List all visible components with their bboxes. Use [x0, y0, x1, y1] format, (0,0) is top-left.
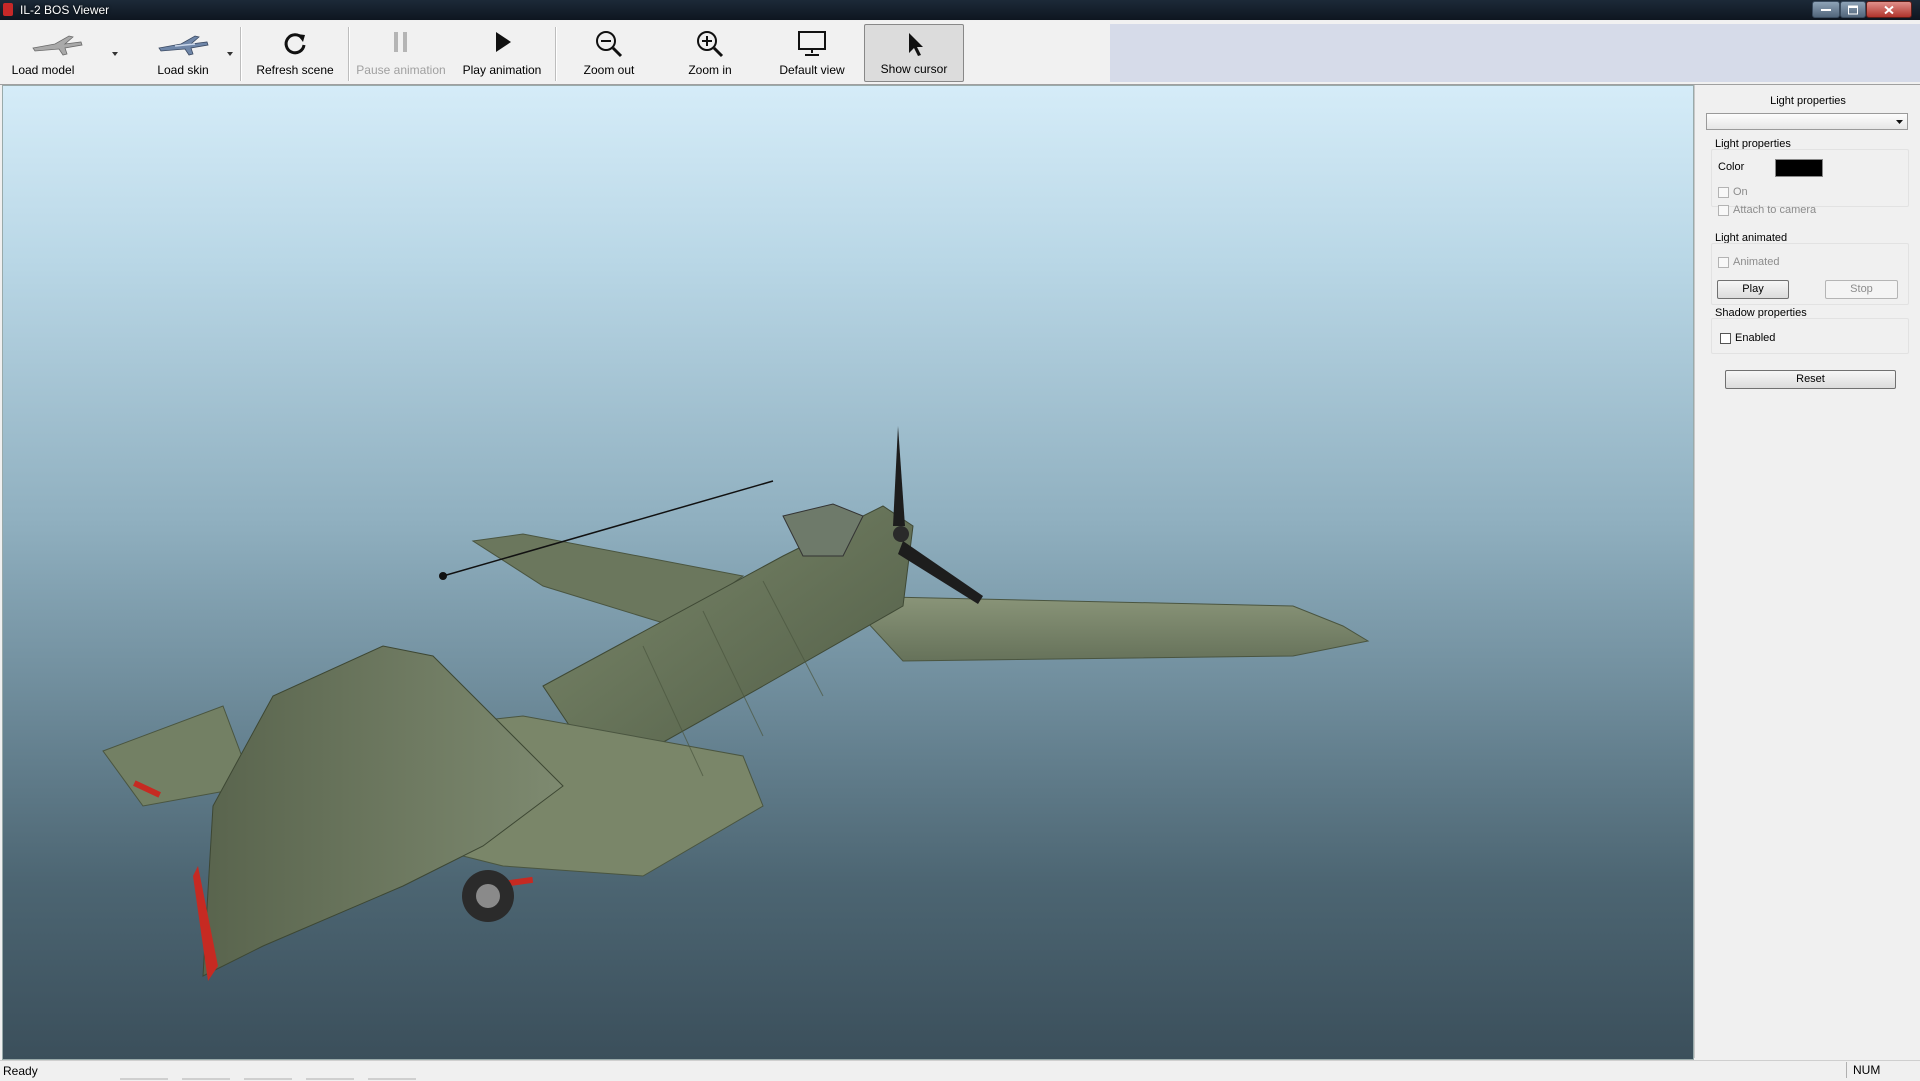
play-button[interactable]: Play — [1717, 280, 1789, 299]
monitor-icon — [798, 31, 826, 56]
cursor-icon — [909, 33, 923, 56]
stop-button[interactable]: Stop — [1825, 280, 1898, 299]
zoom-out-button[interactable]: Zoom out — [562, 24, 656, 82]
light-properties-panel: Light properties Light properties Color … — [1694, 85, 1920, 1058]
load-model-button[interactable]: Load model — [4, 24, 110, 82]
refresh-icon — [284, 33, 306, 55]
attach-to-camera-label: Attach to camera — [1733, 204, 1817, 216]
toolbar-empty-area — [1110, 24, 1920, 82]
toolbar-separator — [240, 27, 242, 81]
show-cursor-button[interactable]: Show cursor — [864, 24, 964, 82]
load-skin-label: Load skin — [157, 63, 209, 77]
default-view-label: Default view — [779, 63, 845, 77]
zoom-out-label: Zoom out — [583, 63, 635, 77]
maximize-icon — [1848, 5, 1858, 14]
chevron-down-icon — [1896, 120, 1903, 124]
zoom-out-icon — [596, 31, 623, 58]
status-bar: Ready NUM — [0, 1060, 1920, 1081]
pause-animation-button[interactable]: Pause animation — [352, 24, 450, 82]
window-title: IL-2 BOS Viewer — [20, 3, 110, 17]
pause-icon — [394, 32, 407, 52]
zoom-in-label: Zoom in — [688, 63, 732, 77]
num-lock-indicator: NUM — [1846, 1062, 1916, 1078]
pause-animation-label: Pause animation — [356, 63, 446, 77]
shadow-enabled-checkbox[interactable] — [1720, 333, 1731, 344]
aircraft-model — [102, 426, 1370, 981]
color-label: Color — [1718, 161, 1745, 173]
animated-checkbox[interactable] — [1718, 257, 1729, 268]
status-text: Ready — [3, 1064, 38, 1078]
refresh-scene-button[interactable]: Refresh scene — [244, 24, 346, 82]
plane-model-icon — [32, 35, 83, 56]
shadow-enabled-label: Enabled — [1735, 332, 1776, 344]
close-button[interactable] — [1866, 1, 1912, 18]
minimize-icon — [1821, 8, 1831, 11]
app-icon — [3, 3, 13, 16]
minimize-button[interactable] — [1812, 1, 1840, 18]
light-select-dropdown[interactable] — [1706, 113, 1908, 130]
zoom-in-icon — [697, 31, 724, 58]
animated-label: Animated — [1733, 256, 1780, 268]
toolbar-separator — [348, 27, 350, 81]
show-cursor-label: Show cursor — [880, 62, 948, 76]
panel-header: Light properties — [1770, 95, 1846, 107]
zoom-in-button[interactable]: Zoom in — [664, 24, 756, 82]
load-model-label: Load model — [11, 63, 75, 77]
title-bar: IL-2 BOS Viewer — [0, 0, 1920, 20]
on-checkbox[interactable] — [1718, 187, 1729, 198]
toolbar-separator — [555, 27, 557, 81]
play-icon — [496, 32, 511, 52]
play-animation-label: Play animation — [462, 63, 542, 77]
light-properties-group — [1711, 149, 1909, 207]
maximize-button[interactable] — [1840, 1, 1866, 18]
load-skin-button[interactable]: Load skin — [138, 24, 228, 82]
plane-skin-icon — [158, 35, 209, 56]
on-label: On — [1733, 186, 1748, 198]
toolbar: Load model Load skin Refresh scene Pause… — [0, 21, 1920, 85]
attach-to-camera-checkbox[interactable] — [1718, 205, 1729, 216]
3d-viewport[interactable] — [2, 85, 1694, 1060]
color-swatch-button[interactable] — [1775, 159, 1823, 177]
reset-button[interactable]: Reset — [1725, 370, 1896, 389]
load-model-dropdown-icon[interactable] — [111, 49, 119, 59]
default-view-button[interactable]: Default view — [764, 24, 860, 82]
play-animation-button[interactable]: Play animation — [452, 24, 552, 82]
load-skin-dropdown-icon[interactable] — [226, 49, 234, 59]
close-icon — [1884, 5, 1894, 14]
refresh-scene-label: Refresh scene — [256, 63, 334, 77]
